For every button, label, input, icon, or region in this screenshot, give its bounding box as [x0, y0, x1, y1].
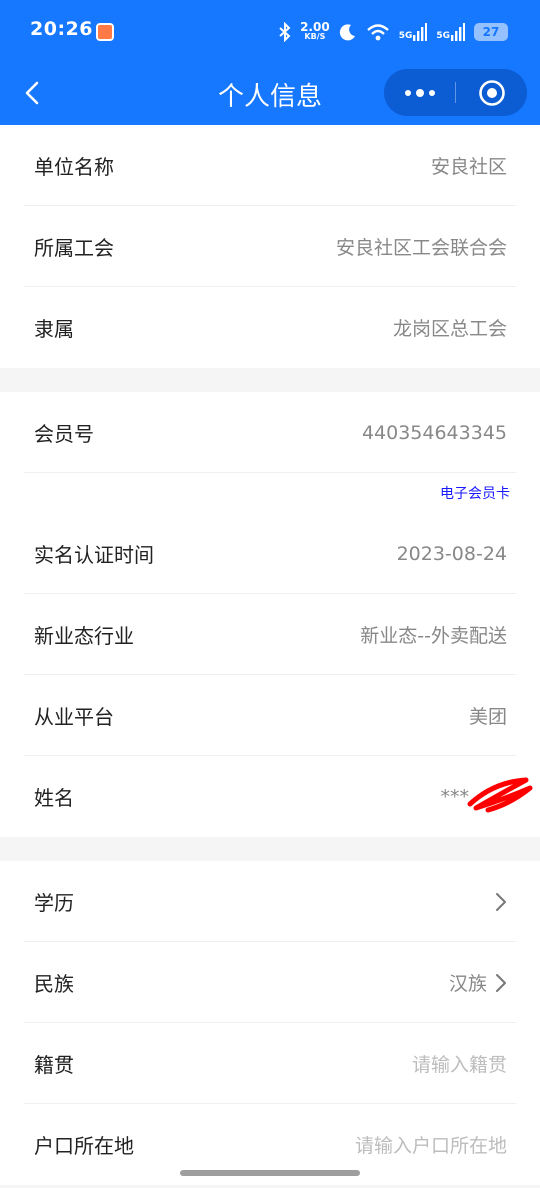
- row-value: 440354643345: [361, 421, 507, 444]
- target-circle-icon: [478, 79, 505, 106]
- row-label: 新业态行业: [34, 624, 134, 648]
- card-link-row: 电子会员卡: [0, 473, 540, 513]
- row-label: 籍贯: [34, 1053, 74, 1077]
- info-row-org-name: 单位名称 安良社区: [0, 125, 540, 206]
- profile-group: 学历 民族 汉族 籍贯 请输入籍贯 户口所在地 请输入户口所在地: [0, 861, 540, 1185]
- row-value: 2023-08-24: [396, 542, 507, 565]
- row-label: 实名认证时间: [34, 543, 154, 567]
- info-row-affiliation: 隶属 龙岗区总工会: [0, 287, 540, 368]
- info-row-member-number: 会员号 440354643345: [0, 392, 540, 473]
- row-value: 安良社区: [430, 156, 507, 178]
- signal-icon: 5G: [399, 23, 428, 41]
- more-button[interactable]: [384, 69, 455, 116]
- row-label: 学历: [34, 891, 74, 915]
- status-bar: 20:26 2.00 KB/S 5G 5G 27: [0, 0, 540, 64]
- row-value: 汉族: [449, 969, 507, 996]
- top-bar: 20:26 2.00 KB/S 5G 5G 27 个人信息: [0, 0, 540, 125]
- row-label: 姓名: [34, 786, 74, 810]
- wifi-icon: [366, 24, 389, 41]
- info-row-union: 所属工会 安良社区工会联合会: [0, 206, 540, 287]
- row-label: 会员号: [34, 422, 94, 446]
- status-time: 20:26: [30, 18, 93, 40]
- e-member-card-link[interactable]: 电子会员卡: [440, 483, 510, 503]
- chevron-right-icon: [495, 892, 507, 912]
- section-gap: [0, 368, 540, 392]
- row-label: 所属工会: [34, 236, 114, 260]
- info-row-education[interactable]: 学历: [0, 861, 540, 942]
- member-group: 会员号 440354643345 电子会员卡 实名认证时间 2023-08-24…: [0, 392, 540, 837]
- row-value: 新业态--外卖配送: [360, 625, 507, 647]
- mini-program-capsule: [384, 69, 527, 116]
- org-group: 单位名称 安良社区 所属工会 安良社区工会联合会 隶属 龙岗区总工会: [0, 125, 540, 368]
- row-label: 从业平台: [34, 705, 114, 729]
- info-row-platform: 从业平台 美团: [0, 675, 540, 756]
- ethnicity-value: 汉族: [448, 973, 487, 995]
- row-value: 龙岗区总工会: [392, 318, 507, 340]
- home-indicator: [180, 1170, 360, 1176]
- info-content: 单位名称 安良社区 所属工会 安良社区工会联合会 隶属 龙岗区总工会 会员号 4…: [0, 125, 540, 1185]
- signal-label-2: 5G: [436, 31, 450, 41]
- row-label: 单位名称: [34, 155, 114, 179]
- status-icons: 2.00 KB/S 5G 5G 27: [279, 18, 508, 46]
- native-place-input[interactable]: 请输入籍贯: [412, 1050, 507, 1077]
- battery-icon: 27: [474, 23, 508, 41]
- bluetooth-icon: [279, 22, 291, 42]
- signal-label: 5G: [398, 31, 413, 41]
- row-value: 美团: [468, 706, 507, 728]
- close-mini-program-button[interactable]: [456, 69, 527, 116]
- notification-app-icon: [96, 23, 114, 41]
- info-row-ethnicity[interactable]: 民族 汉族: [0, 942, 540, 1023]
- info-row-verified-time: 实名认证时间 2023-08-24: [0, 513, 540, 594]
- chevron-right-icon: [495, 973, 507, 993]
- row-label: 隶属: [34, 317, 74, 341]
- row-label: 民族: [34, 972, 74, 996]
- navigation-bar: 个人信息: [0, 64, 540, 125]
- net-speed-unit: KB/S: [304, 32, 326, 41]
- more-dots-icon: [404, 88, 435, 97]
- info-row-name: 姓名 ***: [0, 756, 540, 837]
- row-value: [487, 892, 507, 912]
- household-input[interactable]: 请输入户口所在地: [355, 1131, 507, 1158]
- redaction-scribble: [467, 777, 533, 813]
- section-gap: [0, 837, 540, 861]
- row-value: 安良社区工会联合会: [335, 237, 507, 259]
- signal-icon-2: 5G: [436, 23, 465, 41]
- row-label: 户口所在地: [34, 1134, 134, 1158]
- moon-icon: [339, 24, 355, 41]
- info-row-industry: 新业态行业 新业态--外卖配送: [0, 594, 540, 675]
- net-speed: 2.00 KB/S: [300, 21, 330, 42]
- info-row-native-place[interactable]: 籍贯 请输入籍贯: [0, 1023, 540, 1104]
